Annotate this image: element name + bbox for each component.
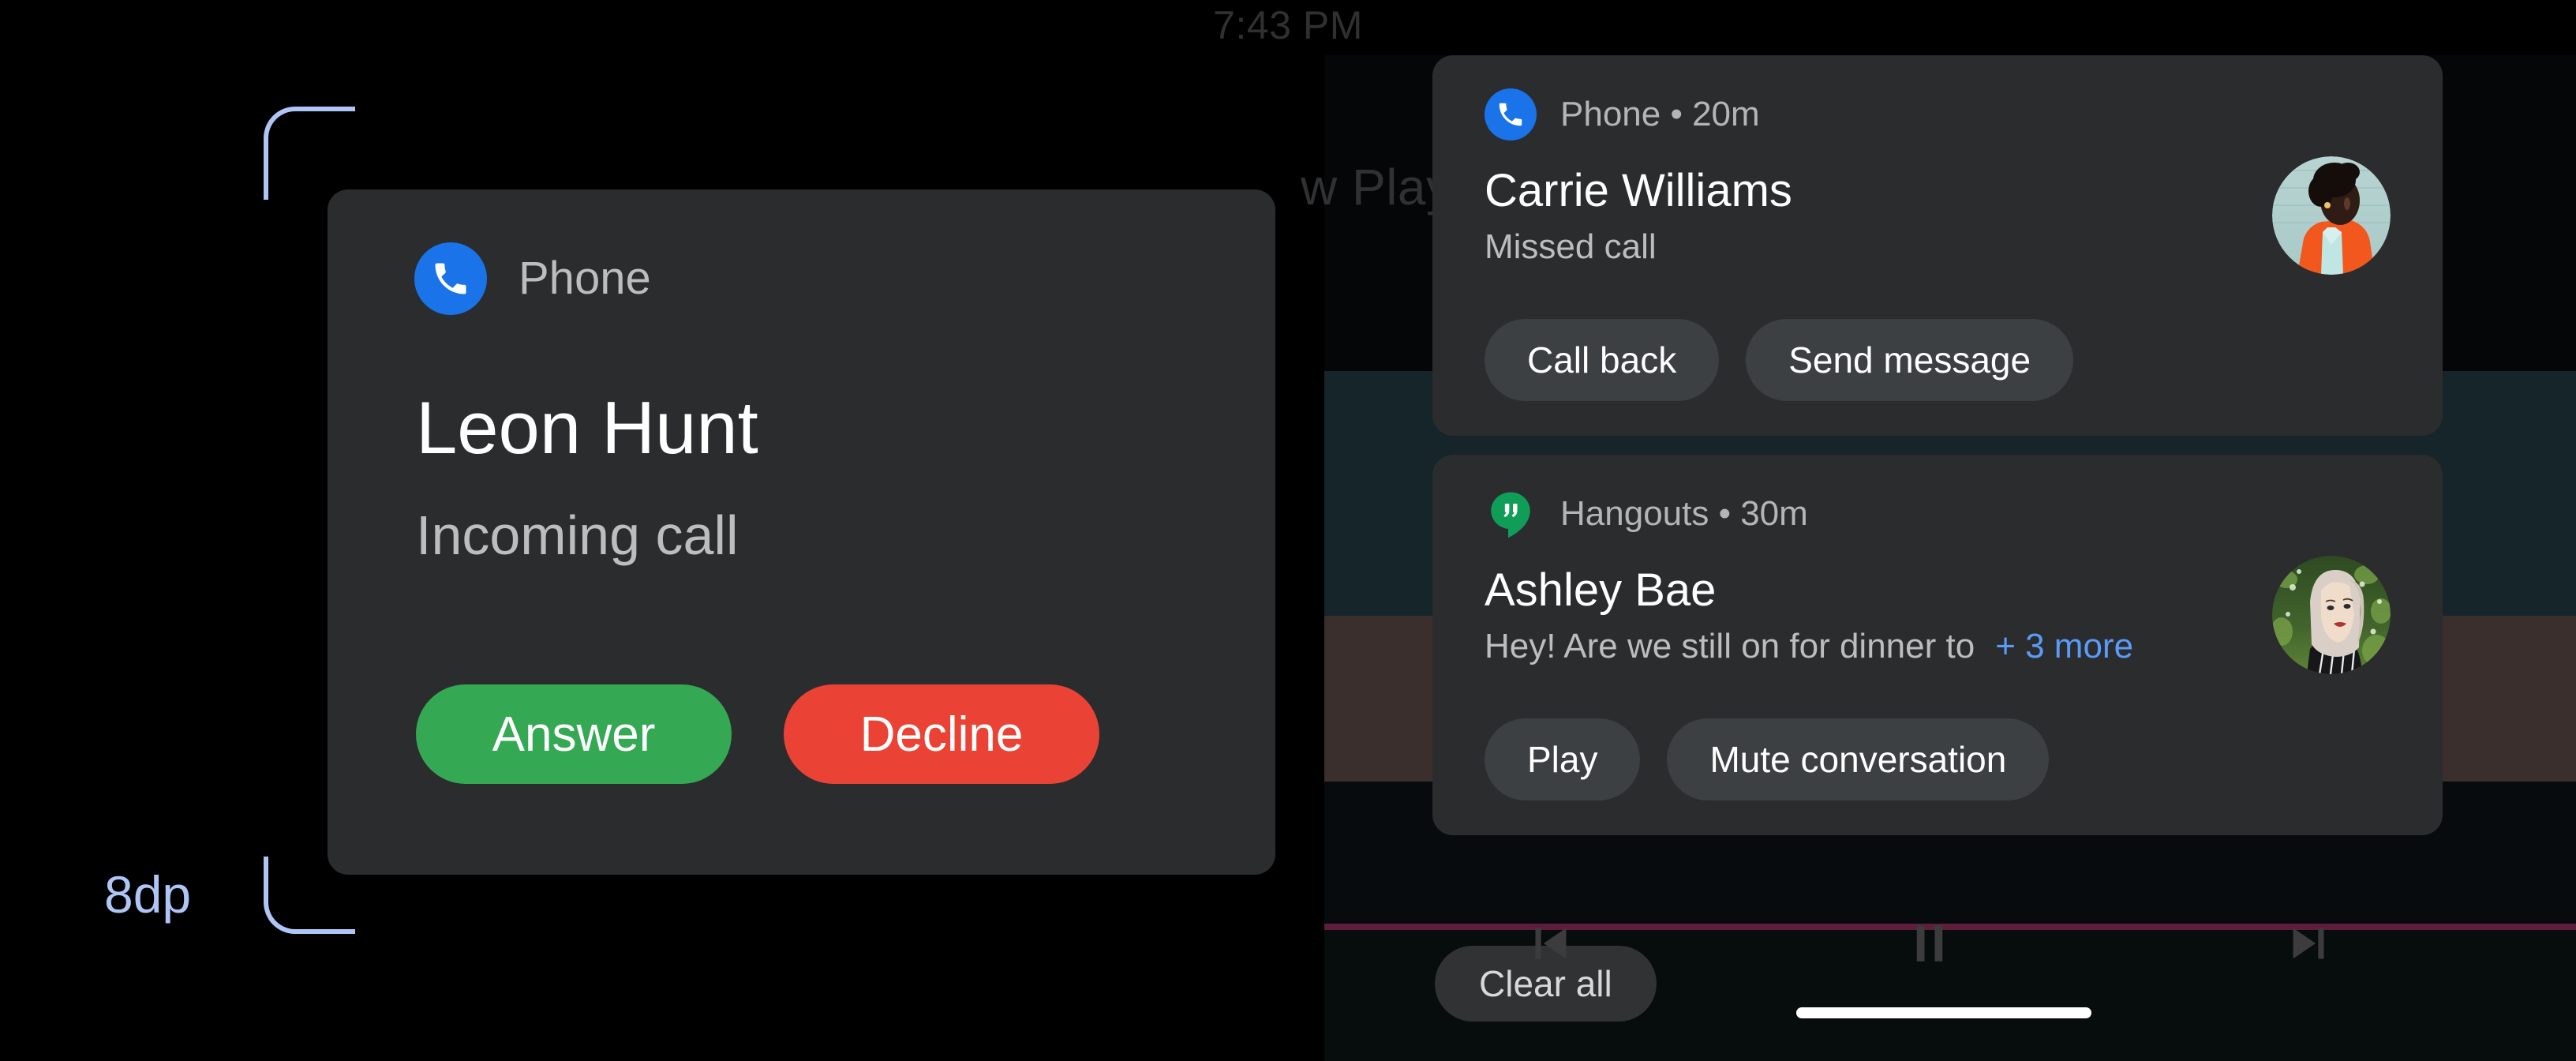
call-back-button[interactable]: Call back — [1485, 319, 1720, 401]
notification-header: Hangouts • 30m — [1485, 483, 2391, 545]
avatar-ashley-bae — [2272, 556, 2391, 674]
phone-icon — [414, 242, 487, 315]
phone-icon — [1485, 88, 1537, 141]
notification-actions: Call back Send message — [1485, 319, 2391, 401]
notification-app-label: Hangouts • 30m — [1560, 494, 1808, 533]
notification-subtitle-row: Missed call — [1485, 226, 2233, 268]
spacing-bracket-top — [264, 107, 355, 200]
notification-header: Phone • 20m — [1485, 84, 2391, 145]
notification-title: Ashley Bae — [1485, 564, 1717, 616]
caller-name: Leon Hunt — [416, 386, 758, 469]
answer-button[interactable]: Answer — [416, 684, 732, 784]
call-card-header: Phone — [414, 242, 651, 315]
call-app-name: Phone — [519, 253, 651, 304]
more-messages-link[interactable]: + 3 more — [1995, 625, 2133, 668]
notification-body: Carrie Williams Missed call — [1485, 156, 2391, 291]
avatar-carrie-williams — [2272, 156, 2391, 275]
call-action-row: Answer Decline — [416, 684, 1099, 784]
notification-app-label: Phone • 20m — [1560, 95, 1760, 133]
car-screen: w Playing 7:43 PM 8dp Phone Leon Hunt In… — [0, 0, 2576, 1061]
notification-subtitle: Hey! Are we still on for dinner to — [1485, 627, 1975, 665]
notification-title: Carrie Williams — [1485, 165, 1792, 216]
send-message-button[interactable]: Send message — [1746, 319, 2074, 401]
notification-subtitle: Missed call — [1485, 227, 1657, 266]
pause-icon[interactable] — [1894, 908, 1965, 979]
notification-body: Ashley Bae Hey! Are we still on for dinn… — [1485, 556, 2391, 690]
notification-subtitle-row: Hey! Are we still on for dinner to + 3 m… — [1485, 625, 2233, 668]
decline-button[interactable]: Decline — [784, 684, 1099, 784]
notification-card[interactable]: Phone • 20m Carrie Williams Missed call — [1432, 55, 2443, 436]
notification-panel: Phone • 20m Carrie Williams Missed call — [1432, 55, 2443, 854]
mute-conversation-button[interactable]: Mute conversation — [1667, 718, 2050, 800]
skip-previous-icon[interactable] — [1515, 908, 1586, 979]
spacing-annotation-label: 8dp — [104, 865, 192, 924]
notification-card[interactable]: Hangouts • 30m Ashley Bae Hey! Are we st… — [1432, 455, 2443, 835]
home-indicator[interactable] — [1796, 1007, 2091, 1018]
notification-actions: Play Mute conversation — [1485, 718, 2391, 800]
play-button[interactable]: Play — [1485, 718, 1641, 800]
incoming-call-card[interactable]: Phone Leon Hunt Incoming call Answer Dec… — [328, 189, 1275, 875]
status-bar-clock: 7:43 PM — [1213, 3, 1363, 47]
hangouts-icon — [1485, 488, 1537, 540]
skip-next-icon[interactable] — [2273, 908, 2344, 979]
call-status-text: Incoming call — [416, 504, 739, 566]
